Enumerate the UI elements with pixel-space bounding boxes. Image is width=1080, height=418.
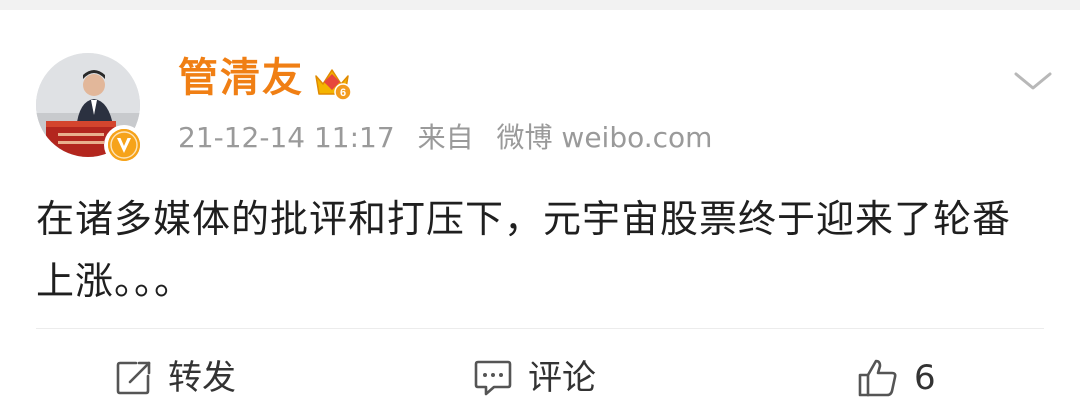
like-count: 6 (914, 358, 936, 398)
repost-label: 转发 (168, 358, 236, 398)
comment-icon (472, 358, 514, 398)
crown-icon[interactable]: 6 (312, 62, 352, 102)
weibo-post-card: 管清友 6 21-12-14 11:17 来自 微博 weibo.com 在诸多… (0, 10, 1080, 418)
top-separator (0, 0, 1080, 10)
comment-label: 评论 (528, 358, 596, 398)
post-source-app[interactable]: 微博 weibo.com (497, 121, 713, 154)
verified-badge (104, 125, 144, 165)
post-body-text: 在诸多媒体的批评和打压下，元宇宙股票终于迎来了轮番上涨。。。 (36, 197, 1012, 303)
post-source-prefix: 来自 (417, 121, 474, 154)
chevron-down-icon[interactable] (1010, 66, 1056, 96)
vip-level-label: 6 (340, 87, 346, 99)
like-button[interactable]: 6 (856, 358, 936, 398)
comment-button[interactable]: 评论 (472, 358, 596, 398)
thumbs-up-icon (856, 357, 900, 399)
action-bar-divider (36, 328, 1044, 329)
post-meta: 21-12-14 11:17 来自 微博 weibo.com (178, 120, 726, 156)
repost-button[interactable]: 转发 (114, 358, 236, 398)
verified-v-icon (108, 129, 140, 161)
author-name[interactable]: 管清友 (178, 54, 304, 102)
share-icon (114, 358, 154, 398)
avatar[interactable] (36, 53, 146, 165)
post-timestamp: 21-12-14 11:17 (178, 121, 395, 154)
